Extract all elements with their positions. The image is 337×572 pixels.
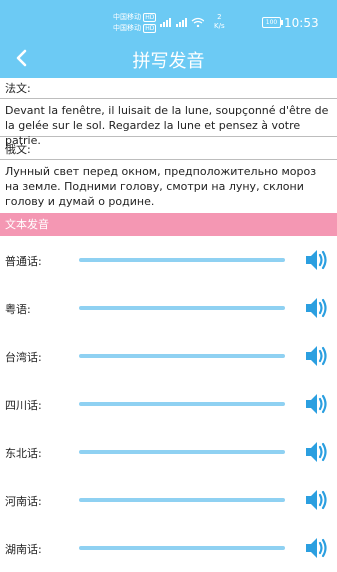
progress-track[interactable] <box>79 258 285 262</box>
progress-track[interactable] <box>79 402 285 406</box>
dialect-row-mandarin: 普通话: <box>0 236 337 284</box>
text-pronunciation-header: 文本发音 <box>0 213 337 236</box>
dialect-label: 台湾话: <box>5 351 42 364</box>
status-bar: 中国移动 HD 中国移动 HD 2 K/s 100 10:53 <box>0 0 337 38</box>
progress-track[interactable] <box>79 306 285 310</box>
dialect-row-cantonese: 粤语: <box>0 284 337 332</box>
dialect-row-taiwanese: 台湾话: <box>0 332 337 380</box>
russian-section: 俄文: Лунный свет перед окном, предположит… <box>0 137 337 209</box>
speaker-icon[interactable] <box>304 295 330 321</box>
network-speed: 2 K/s <box>214 13 225 31</box>
status-time: 10:53 <box>284 16 319 30</box>
app-header: 拼写发音 <box>0 38 337 78</box>
progress-track[interactable] <box>79 498 285 502</box>
speaker-icon[interactable] <box>304 343 330 369</box>
dialect-label: 河南话: <box>5 495 42 508</box>
progress-track[interactable] <box>79 354 285 358</box>
network-speed-value: 2 <box>217 13 222 21</box>
dialect-row-northeastern: 东北话: <box>0 428 337 476</box>
french-section: 法文: Devant la fenêtre, il luisait de la … <box>0 78 337 147</box>
dialect-label: 粤语: <box>5 303 31 316</box>
signal-icon <box>160 17 205 28</box>
hd-badge-2: HD <box>143 24 157 33</box>
speaker-icon[interactable] <box>304 535 330 561</box>
carrier-info: 中国移动 HD 中国移动 HD <box>113 12 157 34</box>
battery-level: 100 <box>265 19 278 26</box>
carrier-name-2: 中国移动 <box>113 24 141 32</box>
progress-track[interactable] <box>79 450 285 454</box>
russian-label: 俄文: <box>5 143 31 156</box>
progress-track[interactable] <box>79 546 285 550</box>
carrier-name-1: 中国移动 <box>113 13 141 21</box>
network-speed-unit: K/s <box>214 22 225 30</box>
speaker-icon[interactable] <box>304 439 330 465</box>
dialect-label: 四川话: <box>5 399 42 412</box>
dialect-row-henanese: 河南话: <box>0 476 337 524</box>
battery-icon: 100 <box>262 17 283 28</box>
page-title: 拼写发音 <box>132 51 205 72</box>
dialect-list: 普通话: 粤语: 台湾话: 四川话: 东北话: 河南话: 湖南话: <box>0 236 337 572</box>
speaker-icon[interactable] <box>304 487 330 513</box>
dialect-row-hunanese: 湖南话: <box>0 524 337 572</box>
speaker-icon[interactable] <box>304 247 330 273</box>
dialect-label: 东北话: <box>5 447 42 460</box>
russian-text: Лунный свет перед окном, предположительн… <box>5 165 317 208</box>
dialect-row-sichuanese: 四川话: <box>0 380 337 428</box>
speaker-icon[interactable] <box>304 391 330 417</box>
hd-badge-1: HD <box>143 13 157 22</box>
signal-wifi-icons <box>160 17 205 29</box>
dialect-label: 湖南话: <box>5 543 42 556</box>
french-label: 法文: <box>5 82 31 95</box>
dialect-label: 普通话: <box>5 255 42 268</box>
french-text: Devant la fenêtre, il luisait de la lune… <box>5 104 329 147</box>
